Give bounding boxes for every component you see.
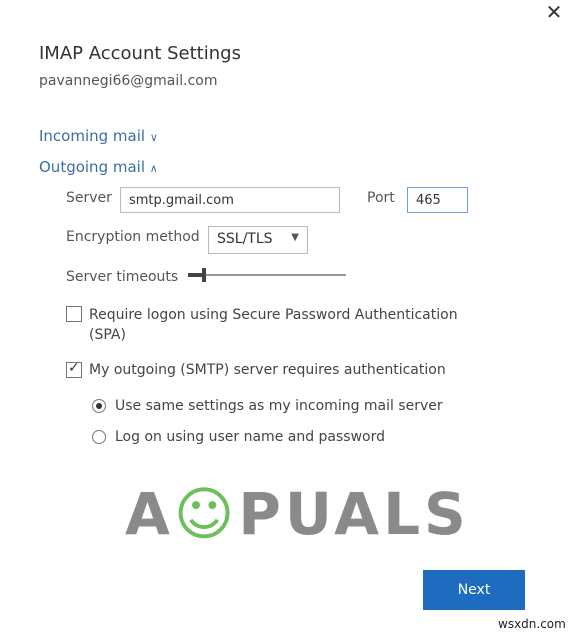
timeout-slider[interactable] xyxy=(188,268,346,282)
smtp-auth-label: My outgoing (SMTP) server requires authe… xyxy=(89,362,446,378)
encryption-value: SSL/TLS xyxy=(217,231,273,247)
dropdown-arrow-icon: ▼ xyxy=(291,232,299,243)
dialog-title: IMAP Account Settings xyxy=(39,43,241,64)
incoming-mail-toggle[interactable]: Incoming mail ∨ xyxy=(39,127,158,145)
radio-logon[interactable] xyxy=(92,430,106,444)
close-button[interactable]: ✕ xyxy=(543,0,565,24)
radio-same-settings-label: Use same settings as my incoming mail se… xyxy=(115,398,443,414)
spa-checkbox[interactable] xyxy=(66,306,82,322)
radio-logon-label: Log on using user name and password xyxy=(115,429,386,445)
server-input[interactable] xyxy=(120,187,340,213)
site-watermark: wsxdn.com xyxy=(498,617,566,631)
radio-same-settings[interactable] xyxy=(92,399,106,413)
checkmark-icon: ✓ xyxy=(68,360,80,376)
outgoing-mail-label: Outgoing mail xyxy=(39,158,145,176)
chevron-up-icon: ∧ xyxy=(149,162,158,175)
incoming-mail-label: Incoming mail xyxy=(39,127,146,145)
outgoing-mail-toggle[interactable]: Outgoing mail ∧ xyxy=(39,158,158,176)
server-label: Server xyxy=(66,190,112,206)
spa-label: Require logon using Secure Password Auth… xyxy=(89,307,458,343)
account-email: pavannegi66@gmail.com xyxy=(39,73,218,89)
slider-handle[interactable] xyxy=(202,268,206,282)
next-button[interactable]: Next xyxy=(423,570,525,610)
port-label: Port xyxy=(367,190,395,206)
encryption-label: Encryption method xyxy=(66,229,200,245)
timeout-label: Server timeouts xyxy=(66,269,179,285)
smtp-auth-checkbox[interactable]: ✓ xyxy=(66,360,82,378)
appuals-watermark-logo: A☺PUALS xyxy=(125,480,470,548)
port-input[interactable] xyxy=(407,187,468,213)
chevron-down-icon: ∨ xyxy=(149,131,158,144)
encryption-select[interactable]: SSL/TLS ▼ xyxy=(208,226,308,254)
